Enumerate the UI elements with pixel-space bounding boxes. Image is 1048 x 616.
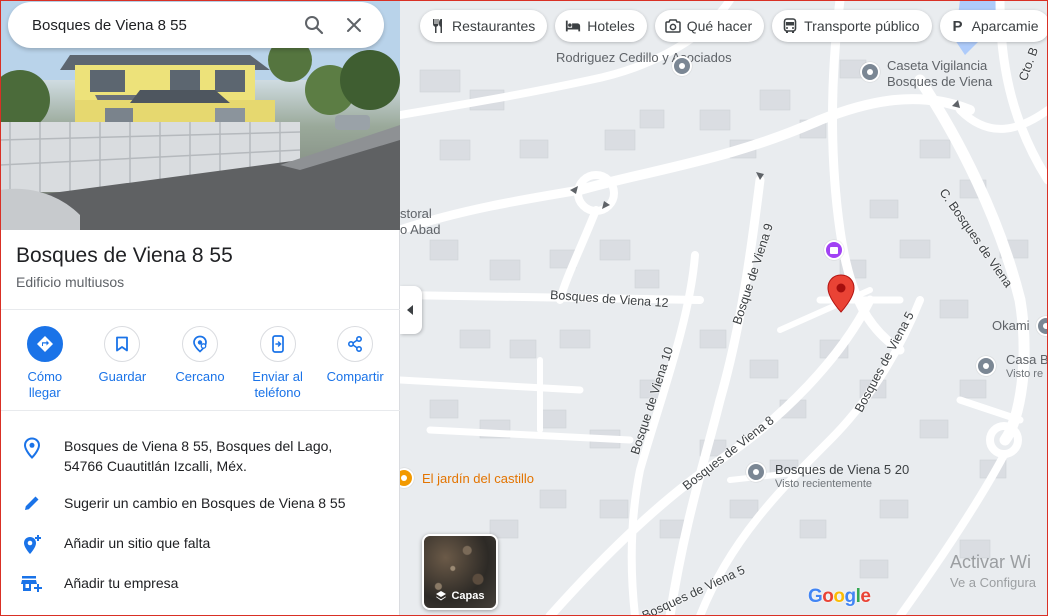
send-to-phone-button[interactable]: Enviar al teléfono: [243, 326, 313, 401]
layers-button[interactable]: Capas: [422, 534, 498, 610]
search-button[interactable]: [294, 5, 334, 45]
windows-activation-watermark: Activar Wi Ve a Configura: [950, 552, 1037, 590]
map-canvas[interactable]: Rodriguez Cedillo y Asociados Caseta Vig…: [400, 0, 1048, 616]
pencil-icon: [25, 496, 39, 510]
nearby-icon: [193, 335, 207, 353]
add-business-text: Añadir tu empresa: [64, 575, 179, 591]
divider: [0, 410, 400, 411]
share-button[interactable]: Compartir: [320, 326, 390, 401]
search-icon: [305, 16, 324, 35]
poi-icon[interactable]: [860, 62, 880, 82]
map-label-jardin: El jardín del castillo: [422, 471, 534, 486]
map-label-okami: Okami: [992, 318, 1030, 333]
add-location-icon: [24, 535, 41, 554]
nearby-button[interactable]: Cercano: [165, 326, 235, 401]
suggest-edit-row[interactable]: Sugerir un cambio en Bosques de Viena 8 …: [0, 493, 400, 513]
chip-hotels[interactable]: Hoteles: [555, 10, 647, 42]
close-icon: [347, 18, 361, 32]
location-icon: [23, 437, 41, 459]
chip-things-to-do[interactable]: Qué hacer: [654, 10, 765, 42]
camera-icon: [665, 18, 681, 34]
shopping-icon[interactable]: [824, 240, 844, 260]
directions-icon: [36, 336, 53, 352]
chip-parking[interactable]: P Aparcamie: [939, 10, 1048, 42]
chip-restaurants[interactable]: Restaurantes: [420, 10, 548, 42]
clear-search-button[interactable]: [334, 5, 374, 45]
divider: [0, 309, 400, 310]
add-place-row[interactable]: Añadir un sitio que falta: [0, 533, 400, 556]
location-pin-icon[interactable]: [826, 274, 856, 314]
map-roads: [400, 0, 1048, 616]
directions-button[interactable]: Cómo llegar: [10, 326, 80, 401]
bookmark-icon: [116, 336, 129, 352]
add-business-icon: [21, 576, 42, 592]
place-title: Bosques de Viena 8 55: [16, 244, 233, 267]
add-place-text: Añadir un sitio que falta: [64, 535, 211, 551]
category-chips: Restaurantes Hoteles Qué hacer Transport…: [420, 10, 1048, 42]
chevron-left-icon: [407, 305, 413, 315]
fork-knife-icon: [430, 18, 446, 34]
add-business-row[interactable]: Añadir tu empresa: [0, 573, 400, 594]
map-label-casa: Casa B Visto re: [1006, 352, 1048, 380]
search-box: Bosques de Viena 8 55: [8, 2, 384, 48]
parking-icon: P: [952, 17, 963, 35]
chip-transit[interactable]: Transporte público: [772, 10, 932, 42]
poi-icon[interactable]: [672, 56, 692, 76]
map-label-bv5-20: Bosques de Viena 5 20 Visto recientement…: [775, 462, 910, 490]
place-header: Bosques de Viena 8 55 Edificio multiusos: [16, 244, 233, 290]
bed-icon: [565, 18, 581, 34]
google-logo: Google: [808, 586, 871, 607]
share-icon: [348, 336, 363, 352]
phone-send-icon: [271, 335, 284, 353]
suggest-edit-text: Sugerir un cambio en Bosques de Viena 8 …: [64, 495, 346, 511]
place-type[interactable]: Edificio multiusos: [16, 274, 233, 290]
map-label-abad: o Abad: [400, 222, 441, 237]
collapse-panel-button[interactable]: [400, 286, 422, 334]
bus-icon: [782, 18, 798, 34]
search-input[interactable]: Bosques de Viena 8 55: [32, 17, 294, 34]
action-buttons: Cómo llegar Guardar Cercano Enviar al te…: [0, 326, 400, 401]
map-label-caseta: Caseta Vigilancia Bosques de Viena: [887, 58, 993, 89]
map-label-rodriguez: Rodriguez Cedillo y Asociados: [556, 50, 732, 65]
place-panel: Bosques de Viena 8 55 Bosques de Viena 8…: [0, 0, 400, 616]
map-label-pastoral: storal: [400, 206, 432, 221]
poi-icon[interactable]: [976, 356, 996, 376]
save-button[interactable]: Guardar: [87, 326, 157, 401]
layers-icon: [436, 591, 447, 601]
address-row[interactable]: Bosques de Viena 8 55, Bosques del Lago,…: [0, 436, 400, 476]
poi-icon[interactable]: [746, 462, 766, 482]
address-text: Bosques de Viena 8 55, Bosques del Lago,…: [64, 438, 333, 474]
